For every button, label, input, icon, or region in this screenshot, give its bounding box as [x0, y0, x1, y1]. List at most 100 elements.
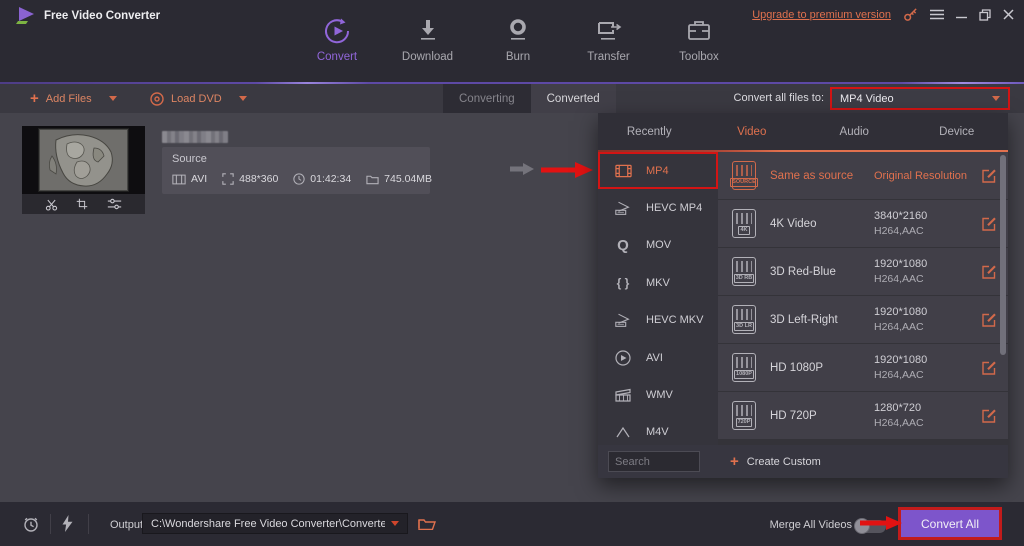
load-dvd-button[interactable]: Load DVD: [150, 84, 247, 113]
tab-label: Toolbox: [679, 51, 719, 63]
file-size: 745.04MB: [366, 173, 432, 185]
output-path-value: C:\Wondershare Free Video Converter\Conv…: [151, 518, 385, 530]
preset-row-hd-1080p[interactable]: 1080P HD 1080P 1920*1080 H264,AAC: [718, 344, 1008, 391]
edit-icon[interactable]: [982, 217, 996, 231]
format-item-m4v[interactable]: M4V: [598, 414, 718, 445]
panel-tab-video[interactable]: Video: [701, 113, 804, 151]
output-label: Output: [110, 519, 143, 531]
preset-row-same-as-source[interactable]: SOURCE Same as source Original Resolutio…: [718, 152, 1008, 199]
register-key-icon[interactable]: [903, 7, 918, 22]
preset-resolution: 1920*1080: [874, 306, 982, 318]
add-files-label: Add Files: [46, 93, 92, 105]
preset-row-hd-720p[interactable]: 720P HD 720P 1280*720 H264,AAC: [718, 392, 1008, 439]
close-button[interactable]: [1003, 9, 1014, 20]
output-path-select[interactable]: C:\Wondershare Free Video Converter\Conv…: [142, 513, 408, 534]
edit-icon[interactable]: [982, 313, 996, 327]
tab-download[interactable]: Download: [399, 18, 457, 63]
filter-converted[interactable]: Converted: [531, 84, 616, 113]
output-format-dropdown[interactable]: MP4 Video: [830, 87, 1010, 110]
open-folder-icon[interactable]: [418, 517, 436, 530]
restore-button[interactable]: [979, 9, 991, 21]
format-label: M4V: [646, 426, 669, 438]
titlebar-controls: Upgrade to premium version: [752, 7, 1014, 22]
m4v-icon: [613, 426, 633, 438]
trim-scissors-icon[interactable]: [45, 198, 58, 211]
tab-toolbox[interactable]: Toolbox: [670, 18, 728, 63]
preset-name: Same as source: [756, 170, 874, 182]
chevron-down-icon: [109, 96, 117, 101]
app-logo-icon: [16, 6, 37, 25]
divider: [88, 514, 89, 534]
panel-tab-recently[interactable]: Recently: [598, 113, 701, 151]
format-picker-panel: Recently Video Audio Device MP4: [598, 113, 1008, 478]
hevc-play-icon: [613, 313, 633, 328]
effects-sliders-icon[interactable]: [107, 198, 122, 210]
format-item-mp4[interactable]: MP4: [598, 152, 718, 189]
file-resolution: 488*360: [222, 173, 278, 185]
format-item-hevc-mkv[interactable]: HEVC MKV: [598, 302, 718, 339]
preset-codec: H264,AAC: [874, 369, 982, 381]
format-list: MP4 HEVC MP4 Q MOV { } MKV: [598, 152, 718, 445]
clock-icon: [293, 173, 305, 185]
preset-scrollbar[interactable]: [1000, 155, 1006, 355]
dvd-icon: [150, 92, 164, 106]
video-thumbnail-card[interactable]: [22, 126, 145, 214]
preset-row-4k-video[interactable]: 4K 4K Video 3840*2160 H264,AAC: [718, 200, 1008, 247]
app-title: Free Video Converter: [44, 10, 160, 22]
edit-icon[interactable]: [982, 265, 996, 279]
format-item-wmv[interactable]: WMV: [598, 376, 718, 413]
filter-converting[interactable]: Converting: [443, 84, 531, 113]
preset-name: 4K Video: [756, 218, 874, 230]
toolbar: + Add Files Load DVD Converting Converte…: [0, 84, 1024, 113]
hevc-play-icon: [613, 201, 633, 216]
preset-row-3d-red-blue[interactable]: 3D RB 3D Red-Blue 1920*1080 H264,AAC: [718, 248, 1008, 295]
tab-label: Convert: [317, 51, 357, 63]
convert-direction-arrow-icon: [510, 162, 534, 176]
upgrade-link[interactable]: Upgrade to premium version: [752, 9, 891, 21]
toolbox-icon: [686, 18, 712, 44]
format-item-mkv[interactable]: { } MKV: [598, 264, 718, 301]
edit-icon[interactable]: [982, 409, 996, 423]
panel-tab-device[interactable]: Device: [906, 113, 1009, 151]
format-item-hevc-mp4[interactable]: HEVC MP4: [598, 189, 718, 226]
format-item-mov[interactable]: Q MOV: [598, 227, 718, 264]
status-filter: Converting Converted: [443, 84, 616, 113]
preset-file-icon: 1080P: [732, 353, 756, 382]
merge-all-videos-label: Merge All Videos: [770, 519, 852, 531]
convert-all-button[interactable]: Convert All: [898, 507, 1002, 540]
format-item-avi[interactable]: AVI: [598, 339, 718, 376]
preset-file-icon: SOURCE: [732, 161, 756, 190]
preset-resolution: 1280*720: [874, 402, 982, 414]
preset-name: HD 720P: [756, 410, 874, 422]
minimize-button[interactable]: [956, 9, 967, 20]
burn-icon: [506, 18, 530, 44]
preset-codec: H264,AAC: [874, 321, 982, 333]
crop-icon[interactable]: [76, 198, 88, 210]
transfer-icon: [596, 18, 622, 44]
tab-convert[interactable]: Convert: [308, 18, 366, 63]
mp4-film-icon: [613, 164, 633, 178]
search-input[interactable]: [608, 451, 700, 472]
add-files-button[interactable]: + Add Files: [30, 84, 117, 113]
menu-icon[interactable]: [930, 9, 944, 20]
chevron-down-icon: [239, 96, 247, 101]
edit-icon[interactable]: [982, 169, 996, 183]
preset-row-3d-left-right[interactable]: 3D LR 3D Left-Right 1920*1080 H264,AAC: [718, 296, 1008, 343]
panel-tab-audio[interactable]: Audio: [803, 113, 906, 151]
create-custom-button[interactable]: + Create Custom: [730, 453, 821, 470]
tab-burn[interactable]: Burn: [489, 18, 547, 63]
source-info-box: Source AVI 488*360 01:42:34 745.04MB: [162, 147, 430, 194]
tab-transfer[interactable]: Transfer: [580, 18, 638, 63]
output-format-value: MP4 Video: [840, 93, 986, 105]
schedule-clock-icon[interactable]: [22, 515, 40, 533]
plus-icon: +: [730, 453, 739, 470]
thumbnail-toolbar: [22, 194, 145, 214]
convert-icon: [324, 18, 350, 44]
lightning-icon[interactable]: [62, 515, 73, 532]
edit-icon[interactable]: [982, 361, 996, 375]
preset-list: SOURCE Same as source Original Resolutio…: [718, 152, 1008, 445]
preset-name: HD 1080P: [756, 362, 874, 374]
create-custom-label: Create Custom: [747, 456, 821, 468]
convert-all-files-label: Convert all files to:: [734, 92, 824, 104]
folder-icon: [366, 174, 379, 185]
